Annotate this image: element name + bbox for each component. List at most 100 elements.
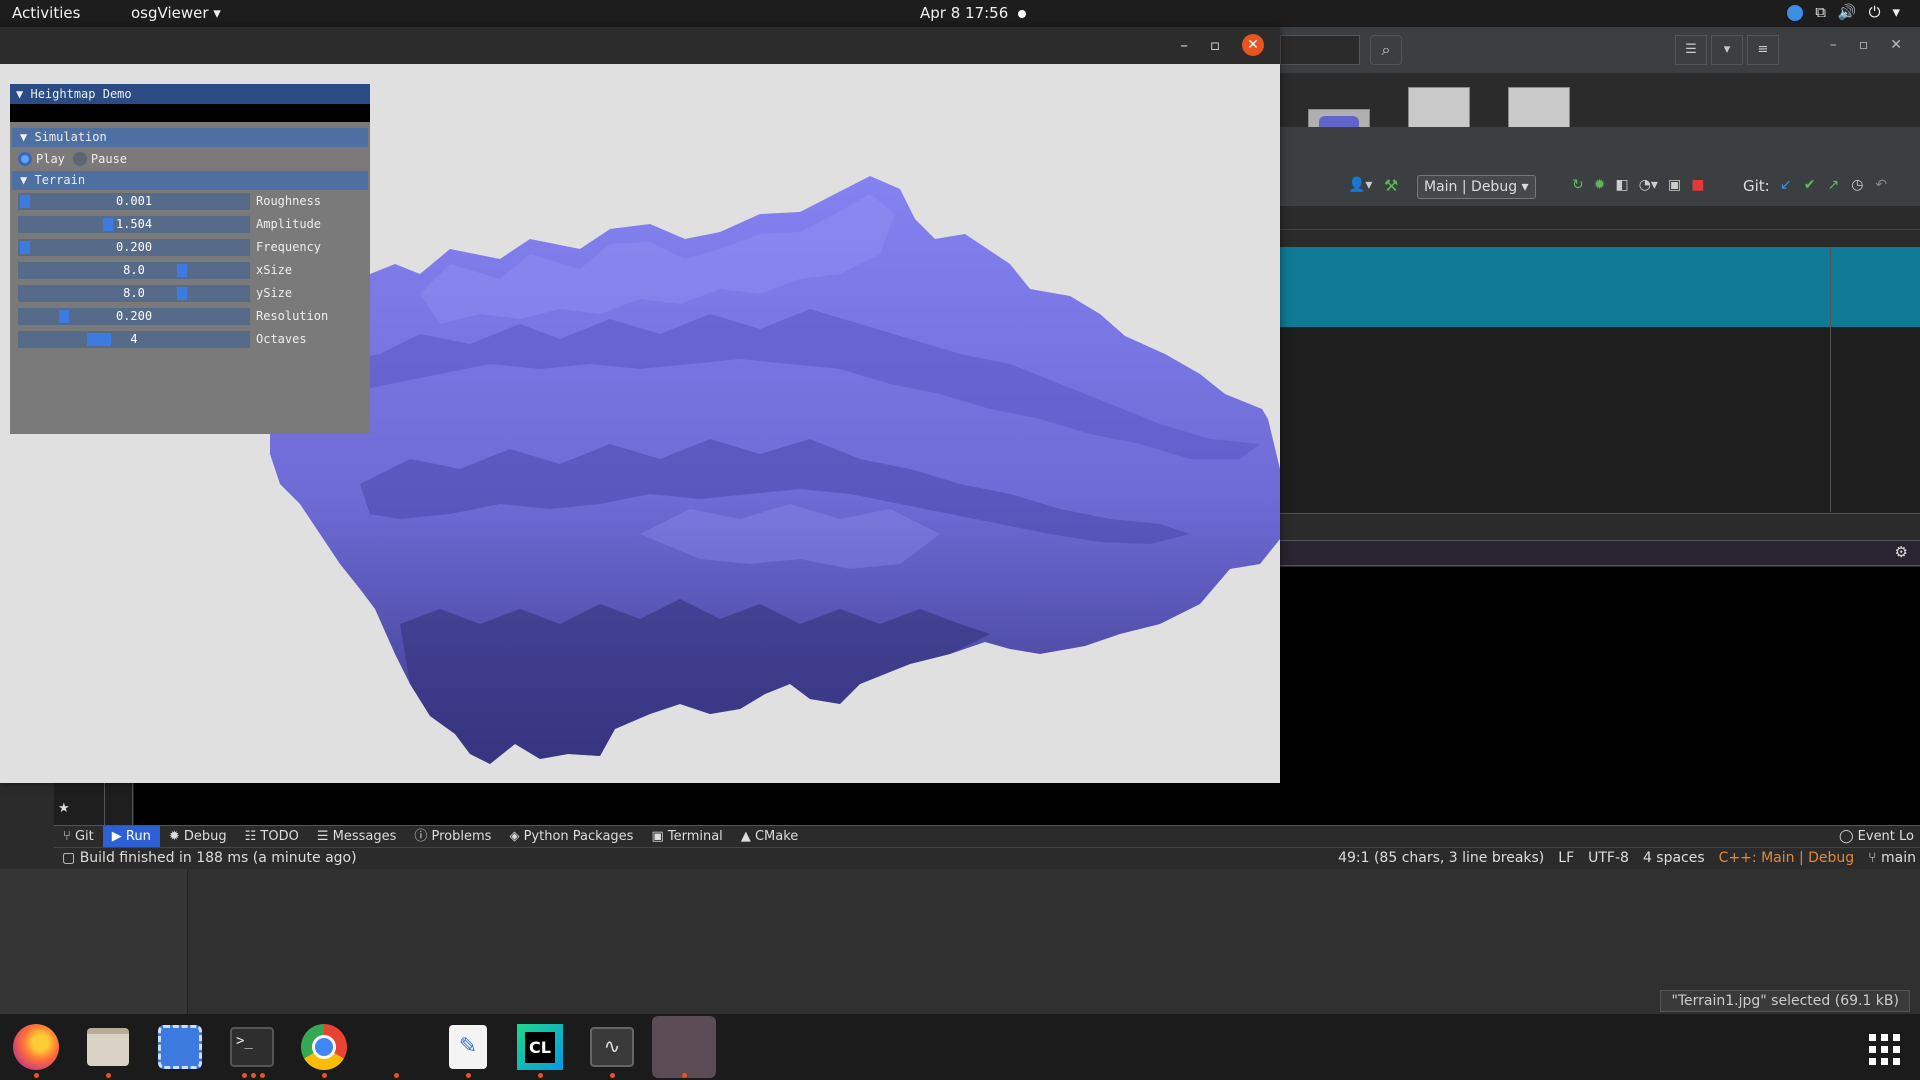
tool-messages[interactable]: ☰ Messages <box>308 826 406 848</box>
user-icon[interactable]: 👤▾ <box>1348 177 1372 193</box>
list-view-icon[interactable]: ☰ <box>1675 35 1707 65</box>
tool-run[interactable]: ▶ Run <box>102 825 160 848</box>
indent-setting[interactable]: 4 spaces <box>1643 850 1705 866</box>
show-applications-icon[interactable] <box>1869 1034 1900 1065</box>
slider-track[interactable]: 1.504 <box>18 216 250 233</box>
build-hammer-icon[interactable]: ⚒ <box>1384 176 1398 195</box>
coverage-icon[interactable]: ◧ <box>1615 177 1628 193</box>
chevron-down-icon[interactable]: ▾ <box>1892 3 1900 21</box>
app-menu[interactable]: osgViewer ▾ <box>131 4 221 22</box>
tool-python-packages[interactable]: ◈ Python Packages <box>500 826 642 848</box>
system-tray[interactable]: ⧉ 🔊 ⏻ ▾ <box>1787 3 1900 21</box>
tool-todo[interactable]: ☷ TODO <box>236 826 308 848</box>
branch-icon: ⑂ <box>63 828 75 844</box>
dock-terminal[interactable]: >_ <box>226 1022 278 1078</box>
tool-terminal[interactable]: ▣ Terminal <box>642 826 731 848</box>
run-console[interactable] <box>1280 567 1920 855</box>
running-indicator <box>242 1073 265 1078</box>
dock-chrome[interactable] <box>298 1022 350 1078</box>
slider-value: 1.504 <box>115 217 153 231</box>
dock-system-monitor[interactable]: ∿ <box>586 1022 638 1078</box>
attach-icon[interactable]: ▣ <box>1668 177 1681 193</box>
osgviewer-titlebar[interactable]: – ▫ ✕ <box>0 27 1280 64</box>
clion-search-field[interactable] <box>1280 35 1360 65</box>
git-branch[interactable]: ⑂ main <box>1868 850 1916 866</box>
file-encoding[interactable]: UTF-8 <box>1588 850 1629 866</box>
dock-osgviewer[interactable] <box>652 1016 716 1078</box>
clock[interactable]: Apr 8 17:56 <box>920 4 1027 22</box>
play-radio[interactable]: Play <box>18 152 65 167</box>
dock-clion[interactable]: CL <box>514 1022 566 1078</box>
slider-track[interactable]: 4 <box>18 331 250 348</box>
dock-files[interactable] <box>82 1022 134 1078</box>
slider-value: 8.0 <box>123 263 145 277</box>
git-commit-icon[interactable]: ✔ <box>1804 177 1816 193</box>
status-left[interactable]: ▢ Build finished in 188 ms (a minute ago… <box>62 850 357 866</box>
simulation-header[interactable]: ▼ Simulation <box>12 128 368 147</box>
tool-label: Debug <box>183 828 227 844</box>
git-push-icon[interactable]: ↗ <box>1827 177 1839 193</box>
slider-track[interactable]: 0.200 <box>18 239 250 256</box>
slider-label: Amplitude <box>256 217 322 231</box>
tool-git[interactable]: ⑂ Git <box>54 826 103 848</box>
dock-screenshot[interactable] <box>154 1022 206 1072</box>
cpp-context[interactable]: C++: Main | Debug <box>1719 850 1854 866</box>
search-icon[interactable]: ⌕ <box>1370 35 1402 65</box>
chevron-down-icon: ▾ <box>213 4 221 22</box>
minimize-icon[interactable]: – <box>1180 36 1188 54</box>
slider-value: 0.001 <box>115 194 153 208</box>
panel-titlebar[interactable]: ▼ Heightmap Demo <box>10 84 370 104</box>
gear-icon[interactable]: ⚙ <box>1895 543 1908 561</box>
history-icon[interactable]: ◷ <box>1851 177 1863 193</box>
line-separator[interactable]: LF <box>1558 850 1574 866</box>
slider-track[interactable]: 0.200 <box>18 308 250 325</box>
event-log-button[interactable]: ◯ Event Lo <box>1833 826 1920 848</box>
activities-button[interactable]: Activities <box>12 4 80 22</box>
pause-radio[interactable]: Pause <box>72 152 127 167</box>
editor-area[interactable] <box>1280 327 1920 513</box>
chevron-down-icon[interactable]: ▾ <box>1711 35 1743 65</box>
caret-position[interactable]: 49:1 (85 chars, 3 line breaks) <box>1338 850 1544 866</box>
maximize-icon[interactable]: ▫ <box>1210 36 1220 54</box>
event-log-label: Event Lo <box>1857 829 1914 844</box>
slider-track[interactable]: 8.0 <box>18 285 250 302</box>
running-indicator <box>538 1073 543 1078</box>
maximize-icon[interactable]: ▫ <box>1859 37 1869 53</box>
clion-navbar <box>1280 127 1920 167</box>
menu-icon[interactable]: ≡ <box>1747 35 1779 65</box>
minimize-icon[interactable]: – <box>1830 37 1837 53</box>
clion-window: ⌕ ☰ ▾ ≡ – ▫ ✕ 👤▾ ⚒ Main | Debug ▾ ↻ ✹ ◧ … <box>1280 27 1920 867</box>
slider-octaves: 4 Octaves <box>10 328 370 351</box>
stop-icon[interactable]: ■ <box>1691 177 1704 193</box>
terrain-header-label: Terrain <box>34 173 86 187</box>
tool-label: Run <box>125 828 151 844</box>
terrain-header[interactable]: ▼ Terrain <box>12 171 368 190</box>
slider-label: Roughness <box>256 194 322 208</box>
rollback-icon[interactable]: ↶ <box>1875 177 1887 193</box>
slider-track[interactable]: 8.0 <box>18 262 250 279</box>
collapse-triangle-icon[interactable]: ▼ <box>16 87 23 101</box>
close-icon[interactable]: ✕ <box>1242 34 1264 56</box>
debug-bug-icon[interactable]: ✹ <box>1594 177 1606 193</box>
dock-text-editor[interactable]: ✎ <box>442 1022 494 1078</box>
tool-cmake[interactable]: ▲ CMake <box>732 826 807 848</box>
profile-icon[interactable]: ◔▾ <box>1639 177 1658 193</box>
close-icon[interactable]: ✕ <box>1890 37 1902 53</box>
dock-empty-slot[interactable] <box>370 1022 422 1078</box>
rerun-icon[interactable]: ↻ <box>1572 177 1584 193</box>
run-config-select[interactable]: Main | Debug ▾ <box>1417 175 1536 199</box>
tool-problems[interactable]: ⓘ Problems <box>405 826 500 848</box>
selected-row-highlight <box>1280 247 1920 327</box>
git-update-icon[interactable]: ↙ <box>1780 177 1792 193</box>
network-icon[interactable]: ⧉ <box>1815 3 1826 21</box>
slider-track[interactable]: 0.001 <box>18 193 250 210</box>
dock-firefox[interactable] <box>10 1022 62 1078</box>
power-icon[interactable]: ⏻ <box>1869 3 1881 21</box>
volume-icon[interactable]: 🔊 <box>1838 3 1857 21</box>
star-icon[interactable]: ★ <box>58 801 70 816</box>
dropbox-icon[interactable] <box>1787 5 1804 21</box>
3d-viewport[interactable]: ▼ Heightmap Demo ▼ Simulation Play Pause… <box>0 64 1280 783</box>
dock: >_ ✎ CL ∿ <box>0 1014 1920 1080</box>
tool-debug[interactable]: ✹ Debug <box>160 826 236 848</box>
heightmap-panel[interactable]: ▼ Heightmap Demo ▼ Simulation Play Pause… <box>10 84 370 434</box>
